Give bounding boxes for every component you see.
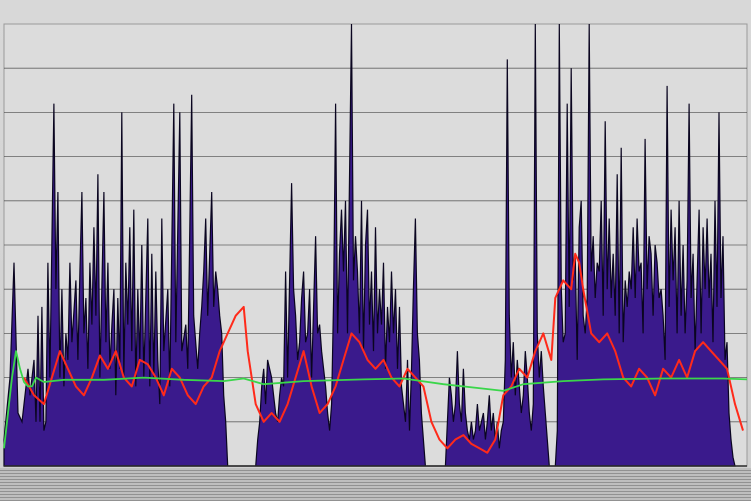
monitor-screen: [0, 0, 751, 501]
waveform-chart: [3, 23, 748, 467]
footer-label-strip: [0, 468, 751, 501]
